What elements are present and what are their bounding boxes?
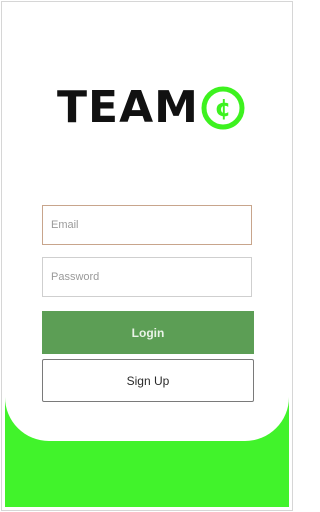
brand-logo: TEAM ¢: [57, 83, 246, 133]
app-frame: TEAM ¢ Login Sign Up: [1, 1, 293, 511]
password-field[interactable]: [42, 257, 252, 297]
signup-button-label: Sign Up: [126, 373, 170, 388]
logo-cent-icon: ¢: [201, 86, 245, 130]
logo-mark-glyph: ¢: [215, 94, 232, 122]
email-field[interactable]: [42, 205, 252, 245]
signup-button[interactable]: Sign Up: [42, 359, 254, 402]
login-button[interactable]: Login: [42, 311, 254, 354]
logo-wordmark: TEAM: [57, 82, 199, 133]
login-button-label: Login: [131, 325, 165, 340]
